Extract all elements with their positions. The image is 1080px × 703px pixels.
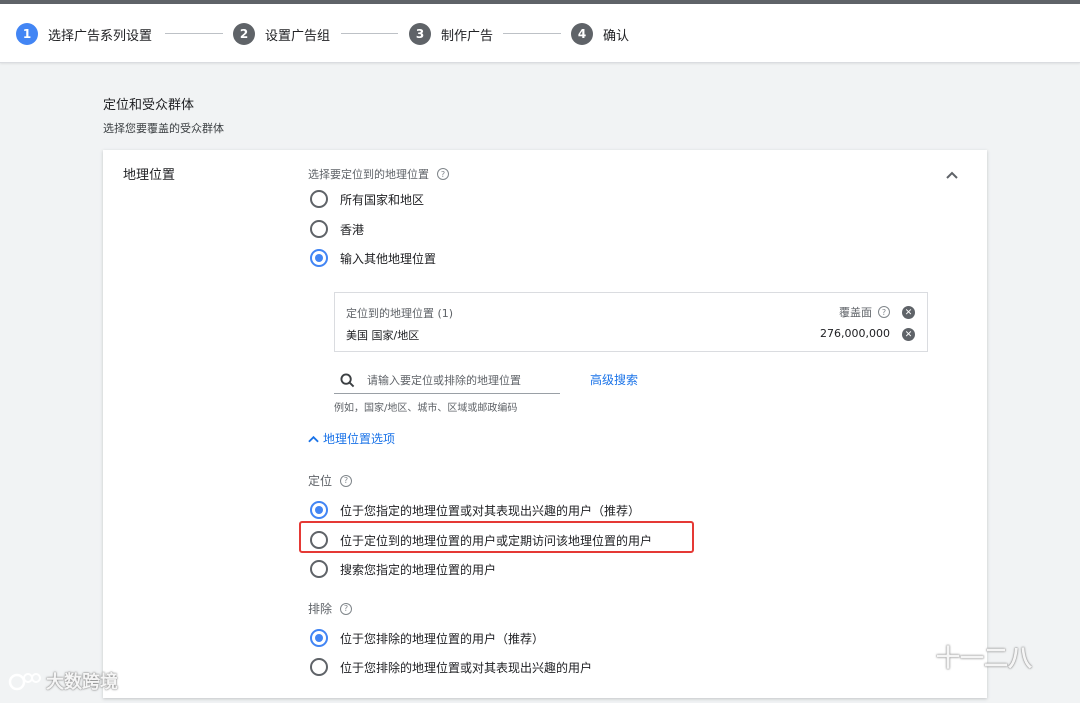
- remove-all-icon[interactable]: ✕: [902, 306, 915, 319]
- help-icon[interactable]: ?: [340, 602, 353, 615]
- step-connector: [165, 33, 223, 34]
- targeting-label-row: 定位 ?: [308, 472, 353, 489]
- step-1-label: 选择广告系列设置: [48, 28, 153, 44]
- location-question: 选择要定位到的地理位置 ?: [308, 166, 449, 182]
- reach-label: 覆盖面: [839, 306, 872, 319]
- card-label: 地理位置: [123, 168, 176, 183]
- location-search-input[interactable]: [367, 374, 557, 387]
- radio-button[interactable]: [310, 190, 328, 208]
- radio-button-checked[interactable]: [310, 629, 328, 647]
- step-2-number: 2: [233, 23, 255, 45]
- red-highlight-box: [299, 521, 694, 553]
- location-options-label: 地理位置选项: [323, 432, 396, 446]
- logo-icon: [8, 673, 41, 691]
- exclusion-option-presence[interactable]: 位于您排除的地理位置的用户（推荐）: [310, 627, 544, 649]
- radio-button-checked[interactable]: [310, 501, 328, 519]
- search-hint: 例如，国家/地区、城市、区域或邮政编码: [334, 403, 518, 414]
- location-question-text: 选择要定位到的地理位置: [308, 168, 429, 181]
- help-icon[interactable]: ?: [340, 474, 353, 487]
- location-option-all[interactable]: 所有国家和地区: [310, 188, 424, 210]
- help-icon[interactable]: ?: [437, 168, 449, 180]
- watermark-left-text: 大数跨境: [46, 672, 118, 693]
- radio-label: 输入其他地理位置: [340, 251, 437, 266]
- radio-button[interactable]: [310, 220, 328, 238]
- targeting-option-search-interest[interactable]: 搜索您指定的地理位置的用户: [310, 558, 496, 580]
- targeting-option-presence-interest[interactable]: 位于您指定的地理位置或对其表现出兴趣的用户（推荐）: [310, 499, 640, 521]
- step-4-label: 确认: [603, 28, 630, 44]
- radio-label: 香港: [340, 222, 365, 237]
- remove-location-icon[interactable]: ✕: [902, 328, 915, 341]
- search-icon: [340, 373, 355, 388]
- radio-button[interactable]: [310, 560, 328, 578]
- location-option-hk[interactable]: 香港: [310, 218, 364, 240]
- radio-button[interactable]: [310, 658, 328, 676]
- help-icon[interactable]: ?: [878, 306, 890, 318]
- section-subtitle: 选择您要覆盖的受众群体: [103, 122, 224, 135]
- collapse-button[interactable]: [941, 164, 963, 186]
- step-2-label: 设置广告组: [265, 28, 331, 44]
- campaign-stepper: 1 选择广告系列设置 2 设置广告组 3 制作广告 4 确认: [0, 4, 1080, 63]
- radio-label: 所有国家和地区: [340, 192, 425, 207]
- reach-header: 覆盖面 ?: [839, 304, 890, 320]
- radio-label: 位于您排除的地理位置或对其表现出兴趣的用户: [340, 660, 593, 675]
- watermark-right: 十一二八: [884, 638, 1032, 673]
- step-connector: [503, 33, 561, 34]
- exclusion-label-row: 排除 ?: [308, 600, 353, 617]
- location-option-other[interactable]: 输入其他地理位置: [310, 247, 436, 269]
- step-3-label: 制作广告: [441, 28, 494, 44]
- step-1-number: 1: [16, 23, 38, 45]
- chevron-up-icon: [946, 171, 958, 179]
- step-3[interactable]: 3 制作广告: [409, 22, 493, 46]
- step-2[interactable]: 2 设置广告组: [233, 22, 330, 46]
- location-card: 地理位置 选择要定位到的地理位置 ? 所有国家和地区 香港 输入其他地理位置 定…: [103, 150, 987, 698]
- watermark-right-text: 十一二八: [936, 644, 1032, 672]
- radio-button-checked[interactable]: [310, 249, 328, 267]
- radio-label: 位于您排除的地理位置的用户（推荐）: [340, 631, 545, 646]
- targeted-locations-panel: 定位到的地理位置 (1) 覆盖面 ? ✕ 美国 国家/地区 276,000,00…: [334, 292, 928, 352]
- step-connector: [341, 33, 398, 34]
- radio-label: 搜索您指定的地理位置的用户: [340, 562, 497, 577]
- step-1[interactable]: 1 选择广告系列设置: [16, 22, 152, 46]
- target-location-reach: 276,000,000: [820, 327, 890, 340]
- step-4-number: 4: [571, 23, 593, 45]
- chevron-up-icon: [308, 435, 319, 442]
- targeting-label: 定位: [308, 474, 333, 488]
- targets-header: 定位到的地理位置 (1): [346, 307, 454, 320]
- target-location-name: 美国 国家/地区: [346, 329, 420, 342]
- location-options-toggle[interactable]: 地理位置选项: [308, 430, 395, 447]
- section-title: 定位和受众群体: [103, 98, 195, 113]
- watermark-left: 大数跨境: [8, 668, 118, 694]
- wechat-icon: [885, 642, 926, 669]
- exclusion-option-presence-interest[interactable]: 位于您排除的地理位置或对其表现出兴趣的用户: [310, 656, 592, 678]
- radio-label: 位于您指定的地理位置或对其表现出兴趣的用户（推荐）: [340, 503, 641, 518]
- step-3-number: 3: [409, 23, 431, 45]
- exclusion-label: 排除: [308, 602, 333, 616]
- location-search[interactable]: [334, 368, 560, 394]
- step-4[interactable]: 4 确认: [571, 22, 629, 46]
- advanced-search-link[interactable]: 高级搜索: [590, 371, 638, 388]
